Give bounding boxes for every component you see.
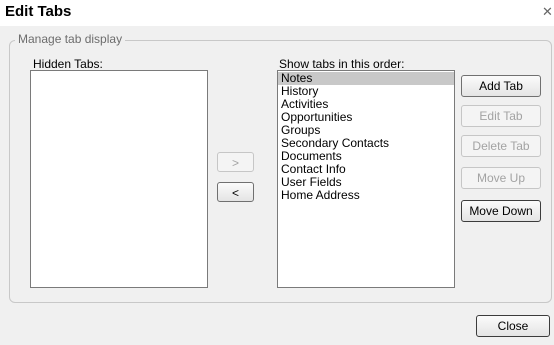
shown-tabs-list: Notes History Activities Opportunities Group… — [278, 71, 454, 202]
shown-tabs-label: Show tabs in this order: — [279, 57, 405, 71]
hidden-tabs-listbox[interactable] — [30, 70, 208, 288]
close-icon[interactable]: ✕ — [542, 2, 554, 22]
list-item[interactable]: Home Address — [278, 189, 454, 202]
edit-tabs-dialog: Edit Tabs ✕ Manage tab display Hidden Ta… — [0, 0, 554, 345]
move-to-shown-button[interactable]: < — [217, 182, 254, 202]
group-label: Manage tab display — [15, 32, 126, 46]
move-to-hidden-button[interactable]: > — [217, 152, 254, 172]
shown-tabs-listbox[interactable]: Notes History Activities Opportunities Group… — [277, 70, 455, 288]
delete-tab-button[interactable]: Delete Tab — [461, 135, 541, 157]
title-bar: Edit Tabs ✕ — [0, 0, 554, 26]
hidden-tabs-list — [31, 71, 207, 72]
edit-tab-button[interactable]: Edit Tab — [461, 105, 541, 127]
dialog-title: Edit Tabs — [5, 3, 72, 20]
add-tab-button[interactable]: Add Tab — [461, 75, 541, 97]
hidden-tabs-label: Hidden Tabs: — [33, 57, 103, 71]
move-down-button[interactable]: Move Down — [461, 200, 541, 222]
close-button[interactable]: Close — [476, 315, 550, 337]
move-up-button[interactable]: Move Up — [461, 167, 541, 189]
